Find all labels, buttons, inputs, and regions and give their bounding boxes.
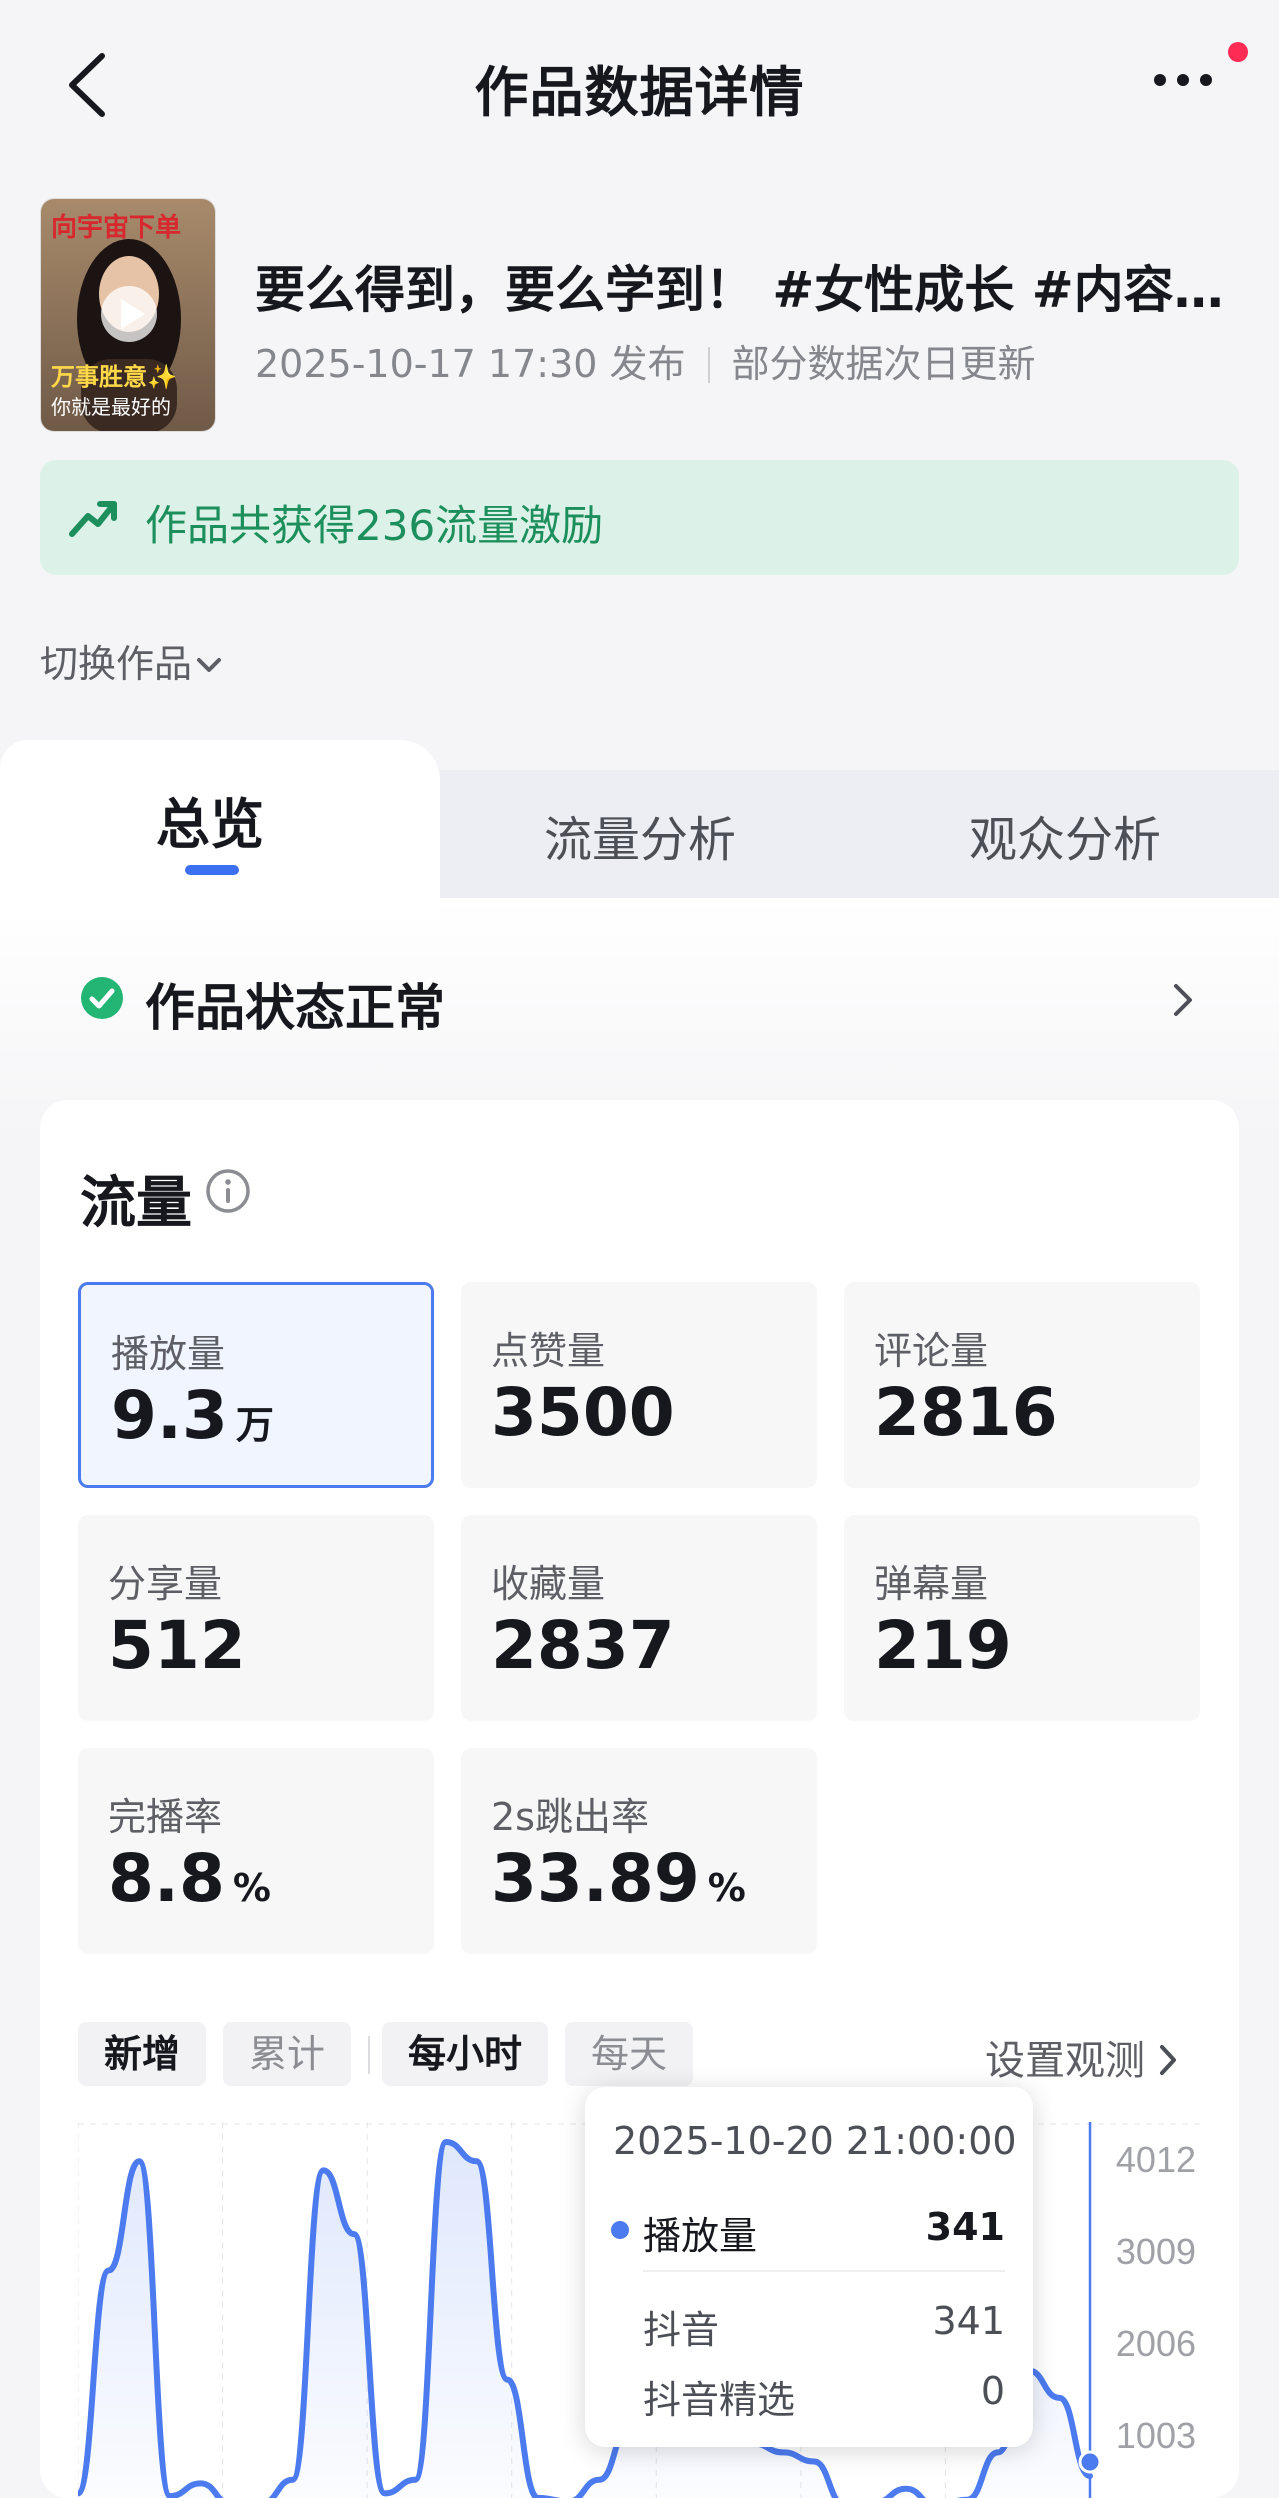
more-dots-icon [1154, 74, 1212, 86]
metric-value: 219 [874, 1607, 1012, 1684]
work-title: 要么得到，要么学到！ #女性成长 #内容过… [255, 261, 1245, 319]
tooltip-sub-value: 341 [932, 2299, 1005, 2343]
tooltip-sub-value: 0 [980, 2369, 1005, 2413]
meta-divider [707, 347, 710, 383]
tooltip-series-value: 341 [925, 2205, 1005, 2249]
y-tick-label: 4012 [1116, 2139, 1196, 2180]
chart-tooltip: 2025-10-20 21:00:00 播放量 341 抖音 341 抖音精选 … [585, 2087, 1033, 2447]
thumbnail-bottom-subtext: 你就是最好的 [51, 395, 171, 419]
y-tick-label: 1003 [1116, 2415, 1196, 2456]
metric-comments[interactable]: 评论量 2816 [844, 1282, 1200, 1488]
series-dot [611, 2221, 629, 2239]
banner-text: 作品共获得236流量激励 [145, 501, 604, 550]
set-observation-label: 设置观测 [985, 2038, 1145, 2084]
metric-value: 512 [108, 1607, 246, 1684]
metric-likes[interactable]: 点赞量 3500 [461, 1282, 817, 1488]
y-tick-label: 3009 [1116, 2231, 1196, 2272]
more-button[interactable] [1150, 60, 1230, 100]
metric-value: 3500 [491, 1374, 675, 1451]
metric-shares[interactable]: 分享量 512 [78, 1515, 434, 1721]
metric-label: 分享量 [108, 1562, 223, 1606]
metric-label: 收藏量 [491, 1562, 606, 1606]
chart-hover-point [1078, 2450, 1102, 2474]
filter-cumulative[interactable]: 累计 [223, 2022, 352, 2086]
metric-label: 点赞量 [491, 1329, 606, 1373]
info-icon[interactable] [205, 1168, 251, 1214]
metric-value: 2837 [491, 1607, 675, 1684]
chevron-right-icon [1160, 2045, 1176, 2075]
switch-work-button[interactable]: 切换作品 [40, 633, 222, 688]
work-thumbnail[interactable]: 向宇宙下单 万事胜意✨ 你就是最好的 [40, 198, 216, 432]
work-meta: 2025-10-17 17:30 发布 部分数据次日更新 [255, 333, 1036, 388]
metric-danmaku[interactable]: 弹幕量 219 [844, 1515, 1200, 1721]
notification-dot [1228, 42, 1248, 62]
thumbnail-bottom-text: 万事胜意✨ [51, 362, 177, 391]
work-status-text[interactable]: 作品状态正常 [145, 968, 445, 1040]
metric-plays[interactable]: 播放量 9.3 万 [78, 1282, 434, 1488]
traffic-title: 流量 [80, 1171, 192, 1236]
metric-favorites[interactable]: 收藏量 2837 [461, 1515, 817, 1721]
metric-label: 2s跳出率 [491, 1795, 649, 1839]
filter-divider [368, 2036, 370, 2074]
filter-hourly[interactable]: 每小时 [382, 2022, 549, 2086]
tooltip-sub-label: 抖音精选 [643, 2378, 796, 2422]
trending-up-icon [69, 501, 117, 537]
tab-overview[interactable]: 总览 [0, 780, 420, 859]
page-title: 作品数据详情 [474, 61, 805, 124]
set-observation-button[interactable]: 设置观测 [985, 2028, 1179, 2086]
metric-value: 2816 [874, 1374, 1058, 1451]
chevron-right-icon[interactable] [1168, 980, 1198, 1020]
filter-daily[interactable]: 每天 [565, 2022, 694, 2086]
filter-new[interactable]: 新增 [78, 2022, 207, 2086]
tab-audience-analysis[interactable]: 观众分析 [865, 800, 1265, 870]
metric-label: 评论量 [874, 1329, 989, 1373]
metric-completion-rate[interactable]: 完播率 8.8% [78, 1748, 434, 1954]
metric-value: 9.3 万 [111, 1377, 274, 1454]
tab-traffic-analysis[interactable]: 流量分析 [440, 800, 840, 870]
check-circle-icon [81, 977, 123, 1019]
thumbnail-top-text: 向宇宙下单 [51, 213, 182, 243]
tooltip-time: 2025-10-20 21:00:00 [613, 2119, 1017, 2163]
traffic-incentive-banner: 作品共获得236流量激励 [40, 460, 1239, 575]
metric-value: 33.89% [491, 1840, 746, 1917]
tooltip-divider [643, 2270, 1005, 2272]
metric-label: 播放量 [111, 1332, 226, 1376]
publish-date: 2025-10-17 17:30 发布 [255, 342, 686, 386]
metric-2s-bounce-rate[interactable]: 2s跳出率 33.89% [461, 1748, 817, 1954]
tooltip-sub-label: 抖音 [643, 2308, 720, 2352]
active-tab-indicator [185, 865, 239, 875]
chevron-down-icon [197, 658, 222, 672]
metric-label: 完播率 [108, 1795, 223, 1839]
metric-value: 8.8% [108, 1840, 271, 1917]
metric-label: 弹幕量 [874, 1562, 989, 1606]
update-note: 部分数据次日更新 [731, 342, 1036, 386]
switch-work-label: 切换作品 [40, 642, 193, 686]
tooltip-series-label: 播放量 [643, 2214, 758, 2258]
y-tick-label: 2006 [1116, 2323, 1196, 2364]
